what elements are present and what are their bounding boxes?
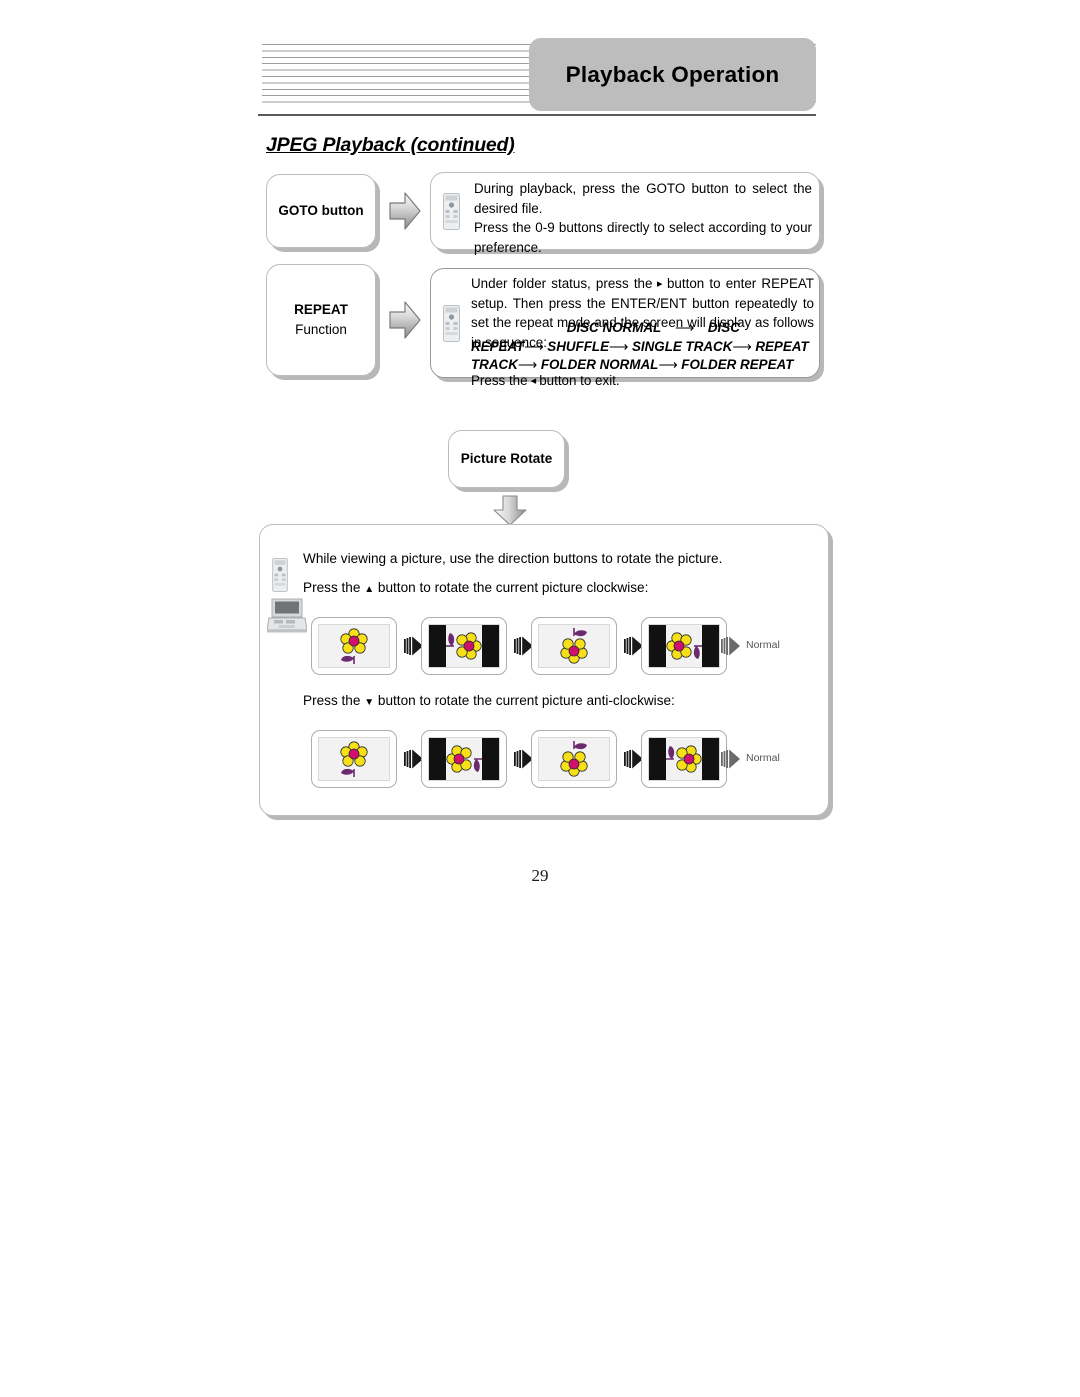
repeat-exit-before: Press the <box>471 373 528 388</box>
flow-arrow-icon-goto <box>389 192 421 230</box>
page-number: 29 <box>531 866 549 885</box>
rotate-intro-text: While viewing a picture, use the directi… <box>303 551 723 566</box>
down-arrow-icon <box>493 495 527 526</box>
seq-arrow-icon: ⟶ <box>732 338 752 354</box>
rotate-normal-label-cw: Normal <box>746 639 780 651</box>
section-title: JPEG Playback (continued) <box>266 134 515 156</box>
repeat-function-label-box: REPEAT Function <box>266 264 376 376</box>
repeat-function-label-line2: Function <box>295 322 347 337</box>
rotate-screen-cw-1 <box>421 617 507 675</box>
goto-button-label: GOTO button <box>278 203 364 219</box>
seq-arrow-icon: ⟶ <box>524 338 544 354</box>
flower-image <box>664 739 704 779</box>
seq-arrow-icon: ⟶ <box>658 357 678 373</box>
down-triangle-icon: ▼ <box>364 697 375 708</box>
repeat-text-intro: Under folder status, press the <box>471 276 653 291</box>
rotate-screen-acw-1 <box>421 730 507 788</box>
flower-image <box>444 626 484 666</box>
screen-inner <box>428 737 500 781</box>
flower-image <box>334 626 374 666</box>
rotate-screen-acw-3 <box>641 730 727 788</box>
repeat-sequence-item-1-part2: REPEAT <box>471 338 525 354</box>
fast-forward-arrow-icon <box>721 636 740 656</box>
flower-image <box>444 739 484 779</box>
repeat-sequence-item-5: FOLDER NORMAL <box>540 357 659 373</box>
screen-inner <box>538 624 610 668</box>
flow-arrow-icon-repeat <box>389 301 421 339</box>
goto-description-line-1: During playback, press the GOTO button t… <box>474 181 812 216</box>
repeat-sequence-item-0: DISC NORMAL <box>566 320 662 335</box>
header-divider-rule <box>258 114 816 116</box>
flower-image <box>554 626 594 666</box>
repeat-sequence-item-6: FOLDER REPEAT <box>681 357 794 373</box>
chapter-title: Playback Operation <box>565 61 780 87</box>
flower-image <box>334 739 374 779</box>
goto-button-label-box: GOTO button <box>266 174 376 248</box>
page-header: Playback Operation <box>258 38 816 116</box>
remote-control-icon <box>272 558 288 592</box>
right-triangle-icon: ▸ <box>652 278 667 290</box>
portable-dvd-player-icon <box>267 598 307 633</box>
repeat-sequence-item-1-part1: DISC <box>707 320 740 335</box>
picture-rotate-label-box: Picture Rotate <box>448 430 565 488</box>
rotate-anticlockwise-before: Press the <box>303 693 361 708</box>
seq-arrow-icon: ⟶ <box>517 357 538 373</box>
repeat-sequence-item-3: SINGLE TRACK <box>631 338 733 354</box>
rotate-anticlockwise-text: Press the ▼ button to rotate the current… <box>303 693 675 708</box>
repeat-sequence-text: DISC NORMAL ⟶ DISC REPEAT⟶ SHUFFLE⟶ SING… <box>471 318 814 375</box>
fast-forward-arrow-icon <box>721 749 740 769</box>
rotate-clockwise-after: button to rotate the current picture clo… <box>377 580 649 595</box>
left-triangle-icon: ◂ <box>527 375 540 387</box>
repeat-exit-after: button to exit. <box>539 373 620 388</box>
goto-description-line-2: Press the 0-9 buttons directly to select… <box>474 220 812 255</box>
repeat-exit-text: Press the ◂ button to exit. <box>471 371 814 391</box>
goto-description-text: During playback, press the GOTO button t… <box>474 179 812 257</box>
chapter-title-tab: Playback Operation <box>529 38 816 111</box>
screen-inner <box>538 737 610 781</box>
screen-inner <box>428 624 500 668</box>
screen-inner <box>318 737 390 781</box>
picture-rotate-label: Picture Rotate <box>460 451 553 467</box>
rotate-screen-cw-3 <box>641 617 727 675</box>
seq-arrow-icon: ⟶ <box>609 338 629 354</box>
remote-control-icon <box>443 193 460 230</box>
remote-control-icon <box>443 305 460 342</box>
screen-inner <box>648 624 720 668</box>
rotate-clockwise-text: Press the ▲ button to rotate the current… <box>303 580 648 595</box>
rotate-normal-label-acw: Normal <box>746 752 780 764</box>
flower-image <box>554 739 594 779</box>
flower-image <box>664 626 704 666</box>
repeat-sequence-item-2: SHUFFLE <box>547 338 610 354</box>
rotate-screen-acw-0 <box>311 730 397 788</box>
screen-inner <box>318 624 390 668</box>
rotate-screen-cw-2 <box>531 617 617 675</box>
rotate-screen-cw-0 <box>311 617 397 675</box>
repeat-sequence-item-4-part1: REPEAT <box>755 338 809 354</box>
rotate-anticlockwise-after: button to rotate the current picture ant… <box>377 693 675 708</box>
repeat-sequence-item-4-part2: TRACK <box>471 357 518 373</box>
repeat-function-label-line1: REPEAT <box>294 302 348 318</box>
seq-arrow-icon: ⟶ <box>674 320 695 335</box>
screen-inner <box>648 737 720 781</box>
up-triangle-icon: ▲ <box>364 584 375 595</box>
rotate-clockwise-before: Press the <box>303 580 361 595</box>
rotate-screen-acw-2 <box>531 730 617 788</box>
